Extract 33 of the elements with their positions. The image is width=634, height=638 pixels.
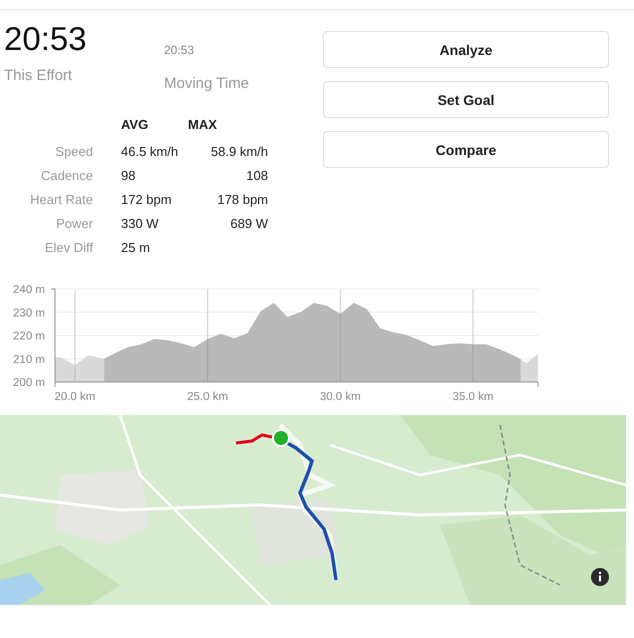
y-axis-label: 210 m xyxy=(13,354,45,366)
stat-value: 178 bpm xyxy=(216,191,268,209)
stat-value: 330 W xyxy=(120,215,160,233)
stat-value: 172 bpm xyxy=(120,191,173,209)
x-axis-label: 30.0 km xyxy=(320,391,361,403)
stat-value: 58.9 km/h xyxy=(210,143,268,161)
x-axis-label: 35.0 km xyxy=(452,391,494,403)
stat-value: 46.5 km/h xyxy=(120,143,180,161)
stat-label: Heart Rate xyxy=(29,191,93,209)
stat-value: 25 m xyxy=(120,239,151,257)
stat-label: Power xyxy=(55,215,93,233)
action-button[interactable]: Set Goal xyxy=(323,81,609,118)
info-icon[interactable] xyxy=(591,568,609,586)
stat-label: Cadence xyxy=(40,167,93,185)
y-axis-label: 240 m xyxy=(13,284,45,296)
x-axis-label: 25.0 km xyxy=(187,391,228,403)
moving-time-label: Moving Time xyxy=(164,75,250,93)
y-axis-label: 230 m xyxy=(13,307,45,320)
action-button[interactable]: Compare xyxy=(323,131,609,168)
stat-value: 98 xyxy=(120,167,136,185)
column-header: AVG xyxy=(120,116,150,134)
stat-value: 108 xyxy=(245,167,268,185)
effort-label: This Effort xyxy=(4,67,74,85)
moving-time-value: 20:53 xyxy=(164,42,196,58)
x-axis-label: 20.0 km xyxy=(54,391,96,403)
stat-label: Speed xyxy=(54,143,93,161)
stat-label: Elev Diff xyxy=(44,239,93,257)
y-axis-label: 200 m xyxy=(13,377,45,389)
effort-time: 20:53 xyxy=(4,20,88,58)
action-button[interactable]: Analyze xyxy=(323,31,609,68)
column-header: MAX xyxy=(188,116,218,134)
y-axis-label: 220 m xyxy=(13,330,45,342)
stat-value: 689 W xyxy=(229,215,268,233)
